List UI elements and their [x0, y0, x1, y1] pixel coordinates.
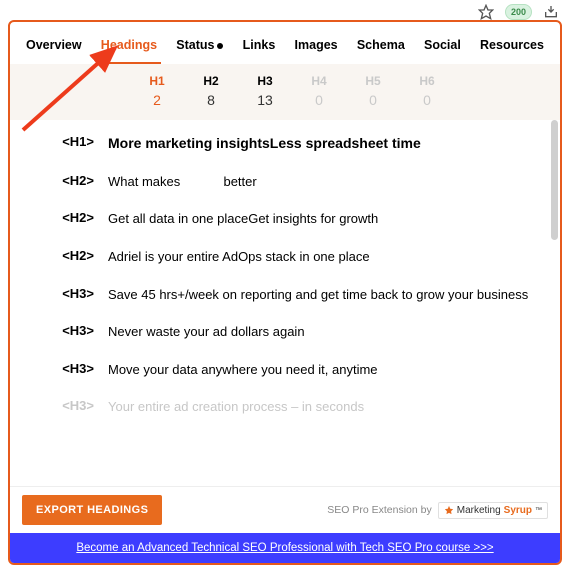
count-h4[interactable]: H40 — [292, 74, 346, 108]
heading-tag: <H3> — [28, 323, 94, 341]
heading-counts: H12H28H313H40H50H60 — [10, 64, 560, 120]
heading-tag: <H3> — [28, 286, 94, 304]
tab-social[interactable]: Social — [424, 36, 461, 54]
tab-schema[interactable]: Schema — [357, 36, 405, 54]
heading-row: <H2> Adriel is your entire AdOps stack in… — [28, 248, 538, 266]
heading-tag: <H2> — [28, 210, 94, 228]
count-h5[interactable]: H50 — [346, 74, 400, 108]
count-h6[interactable]: H60 — [400, 74, 454, 108]
scrollbar[interactable] — [550, 120, 558, 486]
status-dot-icon — [217, 43, 223, 49]
tab-bar: Overview Headings Status Links Images Sc… — [10, 22, 560, 64]
redacted-blank — [184, 174, 220, 186]
heading-text: Adriel is your entire AdOps stack in one… — [108, 248, 538, 266]
heading-text: Save 45 hrs+/week on reporting and get t… — [108, 286, 538, 304]
heading-text: What makes better — [108, 173, 538, 191]
heading-tag: <H2> — [28, 248, 94, 266]
heading-text: Get all data in one placeGet insights fo… — [108, 210, 538, 228]
star-icon[interactable] — [477, 3, 495, 21]
heading-row: <H3> Save 45 hrs+/week on reporting and g… — [28, 286, 538, 304]
heading-row: <H3> Your entire ad creation process – in… — [28, 398, 538, 416]
heading-tag: <H3> — [28, 398, 94, 416]
headings-list: <H1> More marketing insightsLess spreadsh… — [10, 120, 560, 444]
credit-text: SEO Pro Extension by MarketingSyrup™ — [327, 502, 548, 519]
heading-row: <H1> More marketing insightsLess spreadsh… — [28, 134, 538, 153]
count-h3[interactable]: H313 — [238, 74, 292, 108]
heading-text: Move your data anywhere you need it, any… — [108, 361, 538, 379]
tab-overview[interactable]: Overview — [26, 36, 82, 54]
extensions-icon[interactable] — [542, 3, 560, 21]
tab-headings[interactable]: Headings — [101, 36, 157, 54]
promo-banner[interactable]: Become an Advanced Technical SEO Profess… — [10, 533, 560, 563]
count-h2[interactable]: H28 — [184, 74, 238, 108]
count-h1[interactable]: H12 — [130, 74, 184, 108]
heading-row: <H2> What makes better — [28, 173, 538, 191]
export-headings-button[interactable]: EXPORT HEADINGS — [22, 495, 162, 525]
footer-bar: EXPORT HEADINGS SEO Pro Extension by Mar… — [10, 486, 560, 533]
heading-text: Never waste your ad dollars again — [108, 323, 538, 341]
tab-images[interactable]: Images — [295, 36, 338, 54]
heading-tag: <H1> — [28, 134, 94, 153]
tab-status[interactable]: Status — [176, 36, 223, 54]
heading-text: More marketing insightsLess spreadsheet … — [108, 134, 538, 153]
heading-tag: <H2> — [28, 173, 94, 191]
marketingsyrup-logo[interactable]: MarketingSyrup™ — [438, 502, 548, 519]
heading-row: <H3> Never waste your ad dollars again — [28, 323, 538, 341]
extension-badge[interactable]: 200 — [505, 4, 532, 20]
heading-text: Your entire ad creation process – in sec… — [108, 398, 538, 416]
heading-row: <H2> Get all data in one placeGet insight… — [28, 210, 538, 228]
heading-tag: <H3> — [28, 361, 94, 379]
heading-row: <H3> Move your data anywhere you need it,… — [28, 361, 538, 379]
tab-links[interactable]: Links — [243, 36, 276, 54]
scroll-thumb[interactable] — [551, 120, 558, 240]
seo-pro-panel: Overview Headings Status Links Images Sc… — [8, 20, 562, 565]
tab-resources[interactable]: Resources — [480, 36, 544, 54]
